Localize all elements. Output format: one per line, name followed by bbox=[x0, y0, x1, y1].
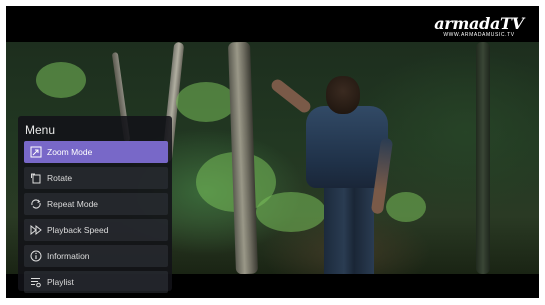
foliage bbox=[256, 192, 326, 232]
menu-item-label: Playback Speed bbox=[47, 225, 109, 235]
menu-item-label: Information bbox=[47, 251, 90, 261]
person-arm bbox=[269, 77, 313, 115]
tree-trunk bbox=[476, 42, 490, 274]
menu-item-repeat-mode[interactable]: Repeat Mode bbox=[24, 193, 168, 215]
repeat-icon bbox=[30, 198, 42, 210]
channel-logo: armadaTV WWW.ARMADAMUSIC.TV bbox=[429, 16, 529, 40]
foliage bbox=[386, 192, 426, 222]
menu-item-rotate[interactable]: Rotate bbox=[24, 167, 168, 189]
menu-item-label: Zoom Mode bbox=[47, 147, 93, 157]
zoom-icon bbox=[30, 146, 42, 158]
menu-item-zoom-mode[interactable]: Zoom Mode bbox=[24, 141, 168, 163]
video-player[interactable]: armadaTV WWW.ARMADAMUSIC.TV Menu Zoom Mo… bbox=[6, 6, 539, 298]
logo-url: WWW.ARMADAMUSIC.TV bbox=[443, 32, 515, 38]
menu-panel: Menu Zoom Mode Rotate Repeat Mode Playba… bbox=[18, 116, 172, 293]
foliage bbox=[36, 62, 86, 98]
person-head bbox=[326, 76, 360, 114]
menu-item-playback-speed[interactable]: Playback Speed bbox=[24, 219, 168, 241]
menu-item-playlist[interactable]: Playlist bbox=[24, 271, 168, 293]
menu-title: Menu bbox=[25, 123, 56, 137]
fast-forward-icon bbox=[30, 224, 42, 236]
tree-trunk bbox=[227, 42, 259, 274]
foliage bbox=[176, 82, 236, 122]
playlist-icon bbox=[30, 276, 42, 288]
menu-item-label: Playlist bbox=[47, 277, 74, 287]
menu-item-label: Rotate bbox=[47, 173, 73, 183]
rotate-icon bbox=[30, 172, 42, 184]
menu-item-label: Repeat Mode bbox=[47, 199, 99, 209]
info-icon bbox=[30, 250, 42, 262]
person-legs bbox=[324, 182, 374, 274]
logo-wordmark: armadaTV bbox=[434, 14, 524, 33]
menu-item-information[interactable]: Information bbox=[24, 245, 168, 267]
